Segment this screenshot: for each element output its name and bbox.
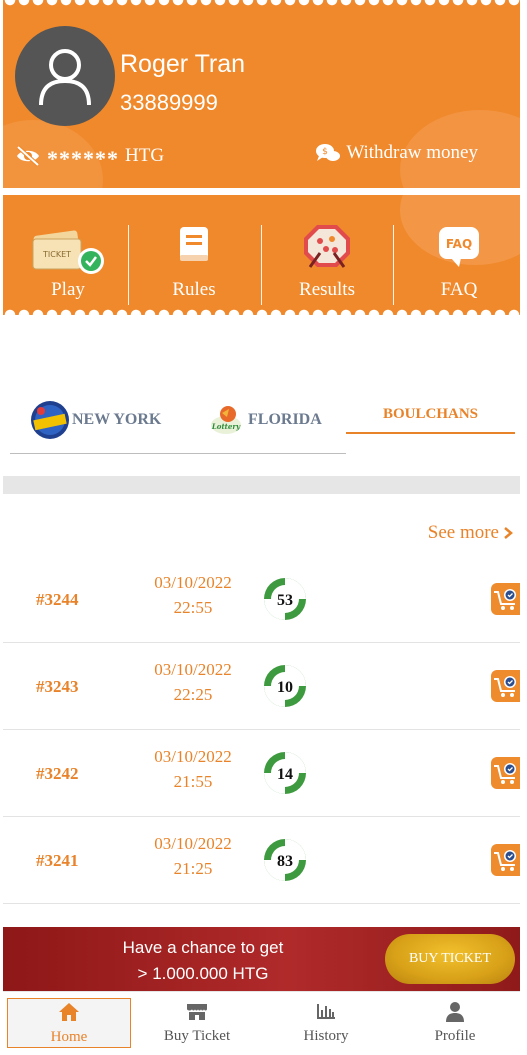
draw-time: 22:55 — [173, 598, 213, 617]
draw-date: 03/10/2022 — [154, 573, 232, 592]
svg-text:Lottery: Lottery — [211, 422, 241, 431]
result-row: #3242 03/10/2022 21:55 14 — [3, 730, 520, 817]
tab-new-york[interactable]: NEW YORK — [30, 400, 161, 440]
result-row: #3244 03/10/2022 22:55 53 — [3, 556, 520, 643]
home-icon — [59, 1003, 79, 1021]
svg-text:TICKET: TICKET — [42, 250, 71, 259]
ball-number: 83 — [277, 853, 293, 870]
result-row: #3243 03/10/2022 22:25 10 — [3, 643, 520, 730]
draw-date: 03/10/2022 — [154, 660, 232, 679]
new-york-lottery-logo-icon — [31, 401, 69, 439]
buy-cart-button[interactable] — [491, 844, 520, 876]
eye-slash-icon[interactable] — [15, 145, 41, 167]
quick-menu: TICKET Play Rules Results FAQ FAQ — [3, 195, 520, 315]
draw-date: 03/10/2022 — [154, 834, 232, 853]
number-ball: 53 — [264, 578, 306, 620]
draw-date: 03/10/2022 — [154, 747, 232, 766]
promo-line-2: > 1.000.000 HTG — [137, 964, 269, 983]
avatar[interactable] — [15, 26, 115, 126]
nav-home[interactable]: Home — [7, 998, 131, 1048]
draw-id: #3242 — [36, 763, 79, 783]
nav-history[interactable]: History — [264, 998, 388, 1048]
cart-check-icon — [494, 763, 516, 784]
promo-banner: Have a chance to get > 1.000.000 HTG BUY… — [3, 927, 520, 991]
svg-text:FAQ: FAQ — [446, 237, 472, 251]
menu-rules[interactable]: Rules — [129, 195, 259, 315]
bar-chart-icon — [317, 1004, 335, 1019]
cart-check-icon — [494, 589, 516, 610]
see-more-link[interactable]: See more — [428, 522, 513, 544]
buy-cart-button[interactable] — [491, 670, 520, 702]
tab-boulchans[interactable]: BOULCHANS — [383, 396, 478, 432]
cart-check-icon — [494, 676, 516, 697]
chat-money-icon: $ — [316, 144, 341, 161]
buy-ticket-button[interactable]: BUY TICKET — [385, 934, 515, 984]
menu-results-label: Results — [299, 279, 355, 300]
tab-underline — [10, 453, 346, 454]
user-icon — [39, 49, 91, 106]
draw-time: 21:55 — [173, 772, 213, 791]
number-ball: 83 — [264, 839, 306, 881]
cart-check-icon — [494, 850, 516, 871]
draw-datetime: 03/10/2022 21:55 — [143, 744, 243, 794]
book-icon — [177, 225, 211, 271]
tab-active-indicator — [346, 432, 515, 434]
menu-faq[interactable]: FAQ FAQ — [394, 195, 520, 315]
nav-profile[interactable]: Profile — [393, 998, 517, 1048]
tab-florida[interactable]: Lottery FLORIDA — [209, 400, 322, 440]
florida-lottery-logo-icon: Lottery — [211, 406, 241, 434]
account-header: Roger Tran 33889999 ****** HTG $ Withdra… — [3, 0, 520, 188]
promo-line-1: Have a chance to get — [122, 938, 284, 957]
menu-play[interactable]: TICKET Play — [3, 195, 133, 315]
menu-play-label: Play — [51, 279, 85, 300]
see-more-label: See more — [427, 522, 499, 543]
user-name: Roger Tran — [120, 50, 246, 78]
tab-florida-label: FLORIDA — [248, 411, 322, 428]
draw-datetime: 03/10/2022 22:55 — [143, 570, 243, 620]
number-ball: 14 — [264, 752, 306, 794]
balance-masked: ****** — [47, 146, 119, 171]
draw-id: #3244 — [36, 589, 79, 609]
draw-id: #3243 — [36, 676, 79, 696]
balance: ****** HTG — [15, 140, 164, 172]
buy-cart-button[interactable] — [491, 583, 520, 615]
chevron-right-icon — [504, 527, 513, 539]
balance-currency: HTG — [125, 145, 165, 166]
draw-id: #3241 — [36, 850, 79, 870]
faq-icon: FAQ — [437, 225, 481, 275]
buy-cart-button[interactable] — [491, 757, 520, 789]
draw-datetime: 03/10/2022 22:25 — [143, 657, 243, 707]
ticket-edge — [3, 0, 520, 6]
draw-datetime: 03/10/2022 21:25 — [143, 831, 243, 881]
menu-faq-label: FAQ — [440, 279, 478, 300]
ball-number: 14 — [277, 766, 293, 783]
nav-home-label: Home — [50, 1029, 88, 1045]
promo-text: Have a chance to get > 1.000.000 HTG — [103, 935, 303, 987]
menu-results[interactable]: Results — [262, 195, 392, 315]
store-icon — [187, 1004, 207, 1020]
draw-time: 21:25 — [173, 859, 213, 878]
result-row: #3241 03/10/2022 21:25 83 — [3, 817, 520, 904]
svg-text:$: $ — [322, 147, 328, 157]
number-ball: 10 — [264, 665, 306, 707]
ticket-icon: TICKET — [29, 225, 107, 283]
nav-profile-label: Profile — [434, 1028, 476, 1044]
nav-history-label: History — [303, 1028, 349, 1044]
user-phone: 33889999 — [120, 90, 218, 115]
draw-time: 22:25 — [173, 685, 213, 704]
ball-number: 53 — [277, 592, 293, 609]
person-icon — [446, 1002, 464, 1022]
menu-rules-label: Rules — [172, 279, 216, 300]
tab-boulchans-label: BOULCHANS — [383, 405, 479, 422]
tab-new-york-label: NEW YORK — [72, 411, 162, 428]
nav-buy-ticket[interactable]: Buy Ticket — [135, 998, 259, 1048]
nav-buy-ticket-label: Buy Ticket — [163, 1028, 231, 1044]
lottery-machine-icon — [302, 223, 352, 275]
withdraw-button[interactable]: $ Withdraw money — [316, 142, 478, 164]
bottom-nav: Home Buy Ticket History Profile — [3, 991, 520, 1055]
withdraw-label: Withdraw money — [346, 142, 478, 163]
ball-number: 10 — [277, 679, 293, 696]
section-divider — [3, 476, 520, 494]
